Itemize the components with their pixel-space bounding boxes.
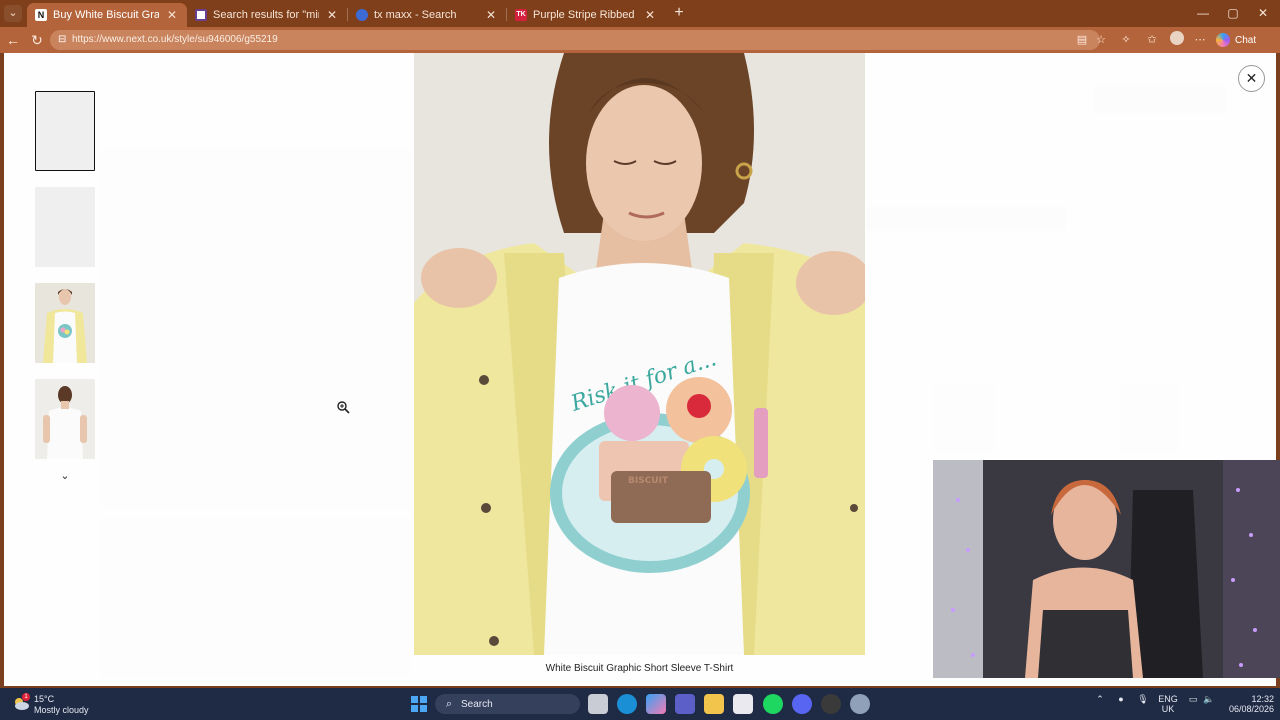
copilot-app-icon[interactable] [646,694,666,714]
site-info-icon[interactable]: ⊟ [58,33,70,47]
tab-tkmaxx-search[interactable]: tx maxx - Search ✕ [348,3,506,27]
minimize-button[interactable]: — [1188,3,1218,23]
zoom-cursor-icon [337,401,350,414]
tab-close-icon[interactable]: ✕ [325,8,339,22]
microsoft-store-icon[interactable] [733,694,753,714]
settings-gear-icon[interactable] [850,694,870,714]
webcam-overlay [933,460,1280,678]
clock[interactable]: 12:32 06/08/2026 [1222,694,1274,714]
spotify-icon[interactable] [763,694,783,714]
tray-overflow-chevron-icon[interactable]: ⌃ [1093,694,1107,705]
tray-app-icon[interactable]: ● [1114,694,1128,704]
region-code: UK [1161,704,1175,714]
tab-close-icon[interactable]: ✕ [484,8,498,22]
tab-close-icon[interactable]: ✕ [643,8,657,22]
reader-mode-icon[interactable]: ▤ [1073,30,1091,50]
address-bar[interactable]: ⊟ https://www.next.co.uk/style/su946006/… [50,30,1100,50]
edge-browser-icon[interactable] [617,694,637,714]
tab-title: Search results for "mini dress" [213,9,319,21]
language-code: ENG [1158,694,1178,704]
tab-actions-menu[interactable]: ⌄ [4,5,22,22]
thumbnail-1[interactable] [35,91,95,171]
new-tab-button[interactable]: + [670,4,688,22]
tkmaxx-favicon-icon: TK [515,9,527,21]
tab-close-icon[interactable]: ✕ [165,8,179,22]
model-photo: Risk it for a... BISCUIT [414,53,865,655]
model-front-thumbnail [35,283,95,363]
shop-favicon-icon [195,9,207,21]
tab-title: Purple Stripe Ribbed Cancun Bral [533,9,637,21]
url-text: https://www.next.co.uk/style/su946006/g5… [72,34,278,45]
close-lightbox-button[interactable]: ✕ [1238,65,1265,92]
language-indicator[interactable]: ENG UK [1156,694,1180,714]
maximize-button[interactable]: ▢ [1218,3,1248,23]
webcam-feed [933,460,1280,678]
weather-temperature[interactable]: 15°C [34,694,54,704]
taskbar-search-placeholder: Search [461,698,493,710]
search-icon: ⌕ [445,697,453,710]
profile-avatar[interactable] [1170,31,1184,45]
model-back-thumbnail [35,379,95,459]
main-product-image[interactable]: Risk it for a... BISCUIT [414,53,865,655]
extensions-icon[interactable]: ✧ [1117,30,1135,50]
tab-title: Buy White Biscuit Graphic Short Sl [53,9,159,21]
file-explorer-icon[interactable] [704,694,724,714]
windows-start-icon[interactable] [409,694,429,714]
teams-icon[interactable] [675,694,695,714]
clock-time: 12:32 [1251,694,1274,704]
thumbnail-3[interactable] [35,283,95,363]
tab-title: tx maxx - Search [374,9,457,21]
next-favicon-icon: N [35,9,47,21]
thumbnail-4[interactable] [35,379,95,459]
refresh-icon[interactable]: ↻ [27,30,47,50]
more-menu-icon[interactable]: ⋯ [1191,30,1209,50]
search-favicon-icon [356,9,368,21]
discord-icon[interactable] [792,694,812,714]
weather-description[interactable]: Mostly cloudy [34,705,89,715]
close-window-button[interactable]: ✕ [1248,3,1278,23]
thumbnail-2[interactable] [35,187,95,267]
windows-taskbar [0,688,1280,720]
print-biscuit-label: BISCUIT [628,476,669,486]
obs-icon[interactable] [821,694,841,714]
chat-label: Chat [1235,34,1257,46]
tab-mini-dress-search[interactable]: Search results for "mini dress" ✕ [187,3,347,27]
copilot-icon [1216,33,1230,47]
microphone-icon[interactable]: 🎙 [1136,694,1150,705]
clock-date: 06/08/2026 [1228,704,1274,714]
volume-icon[interactable]: 🔈 [1202,694,1216,705]
favorites-icon[interactable]: ✩ [1143,30,1161,50]
task-view-icon[interactable] [588,694,608,714]
tab-next-product[interactable]: N Buy White Biscuit Graphic Short Sl ✕ [27,3,187,27]
copilot-chat-button[interactable]: Chat [1216,30,1256,50]
favorite-star-icon[interactable]: ☆ [1092,30,1110,50]
taskbar-search-box[interactable]: ⌕ Search [435,694,580,714]
chevron-down-icon[interactable]: ⌄ [57,469,73,483]
back-arrow-icon[interactable]: ← [3,30,23,50]
tab-cancun-bralette[interactable]: TK Purple Stripe Ribbed Cancun Bral ✕ [507,3,665,27]
network-icon[interactable]: ▭ [1186,694,1200,705]
weather-alert-badge: 1 [22,693,30,701]
image-caption: White Biscuit Graphic Short Sleeve T-Shi… [545,663,734,674]
